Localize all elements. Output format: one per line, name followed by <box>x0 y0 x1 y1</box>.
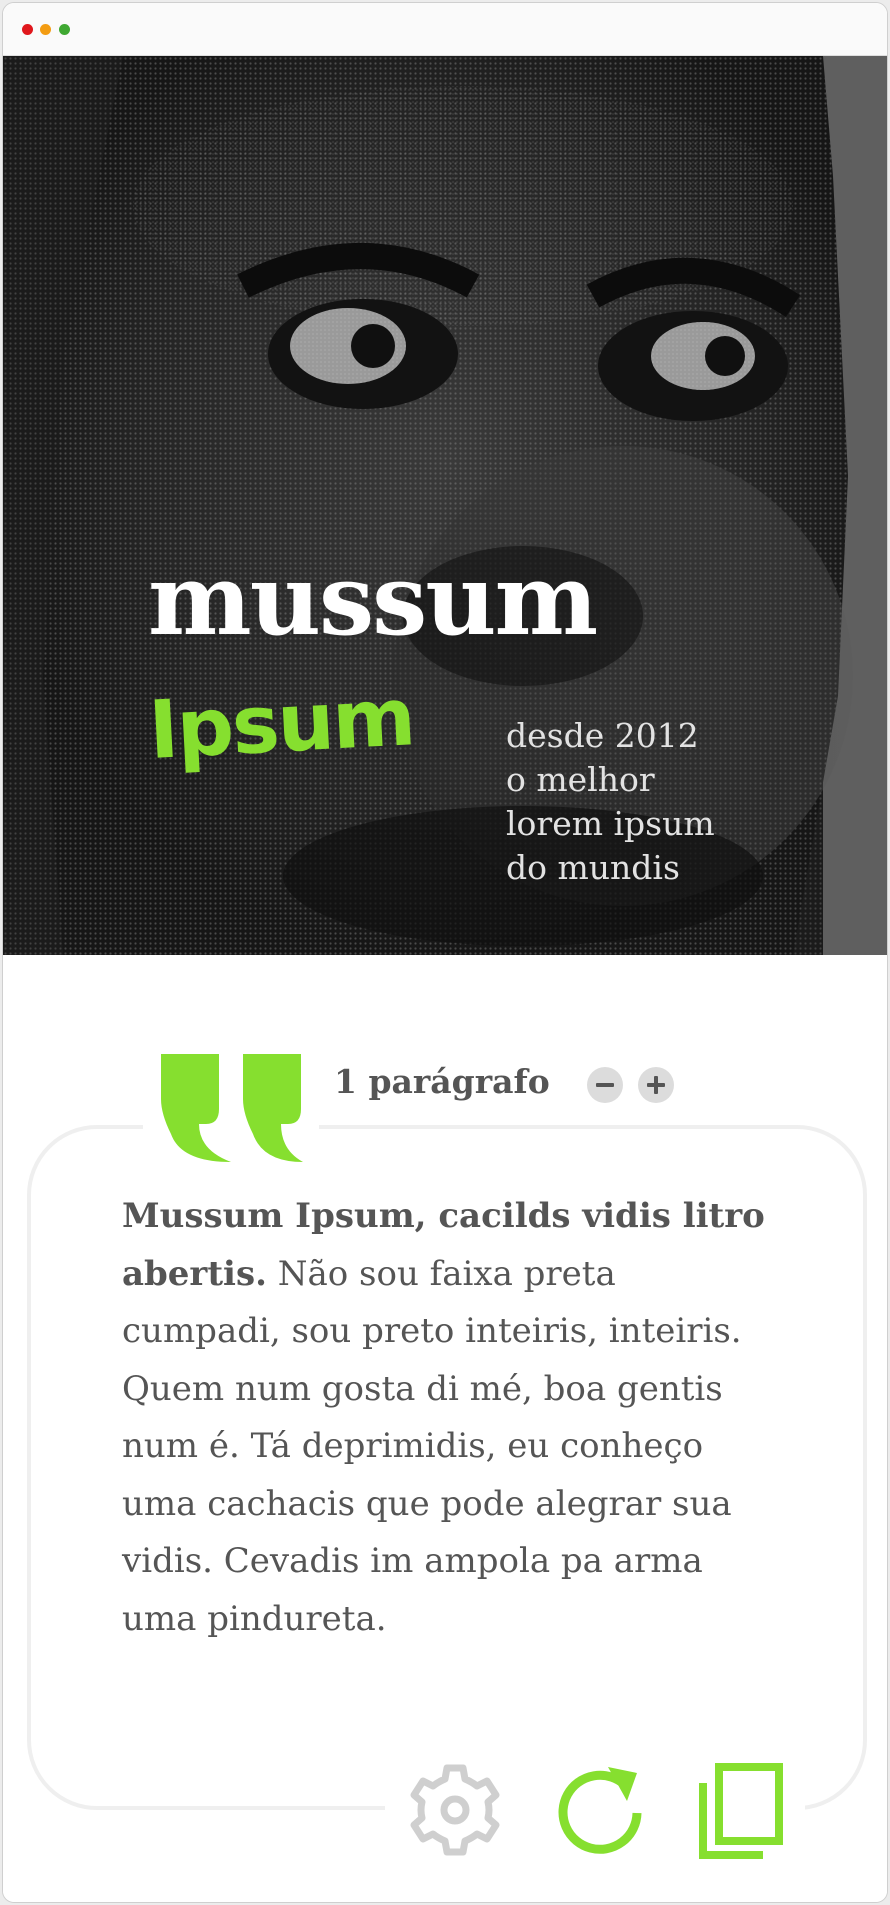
refresh-icon <box>558 1767 642 1854</box>
settings-button[interactable] <box>408 1763 502 1857</box>
increase-paragraphs-button[interactable] <box>638 1067 674 1103</box>
gear-icon <box>410 1764 500 1856</box>
hero-banner: mussum Ipsum desde 2012 o melhor lorem i… <box>3 56 887 955</box>
copy-button[interactable] <box>697 1763 783 1859</box>
tagline-line: desde 2012 <box>506 716 699 755</box>
refresh-button[interactable] <box>553 1763 647 1857</box>
tagline-line: o melhor <box>506 760 655 799</box>
paragraph-count-label: 1 parágrafo <box>334 1062 550 1101</box>
tagline-line: lorem ipsum <box>506 804 715 843</box>
close-window-button[interactable] <box>22 24 33 35</box>
copy-icon <box>699 1763 783 1859</box>
paragraph-body: Não sou faixa preta cumpadi, sou preto i… <box>122 1253 742 1639</box>
minimize-window-button[interactable] <box>40 24 51 35</box>
generated-paragraph: Mussum Ipsum, cacilds vidis litro aberti… <box>122 1188 782 1648</box>
maximize-window-button[interactable] <box>59 24 70 35</box>
minus-icon <box>596 1083 614 1087</box>
plus-icon <box>647 1076 665 1094</box>
decrease-paragraphs-button[interactable] <box>587 1067 623 1103</box>
generator-panel: 1 parágrafo Mussum Ipsum, cacilds vidis … <box>3 955 887 1902</box>
tagline-line: do mundis <box>506 848 680 887</box>
window-titlebar <box>3 3 887 56</box>
app-window: mussum Ipsum desde 2012 o melhor lorem i… <box>2 2 888 1903</box>
hero-tagline: desde 2012 o melhor lorem ipsum do mundi… <box>506 714 766 890</box>
quote-icon <box>161 1054 303 1162</box>
logo-subword: Ipsum <box>146 670 417 777</box>
logo-wordmark: mussum <box>148 543 598 658</box>
